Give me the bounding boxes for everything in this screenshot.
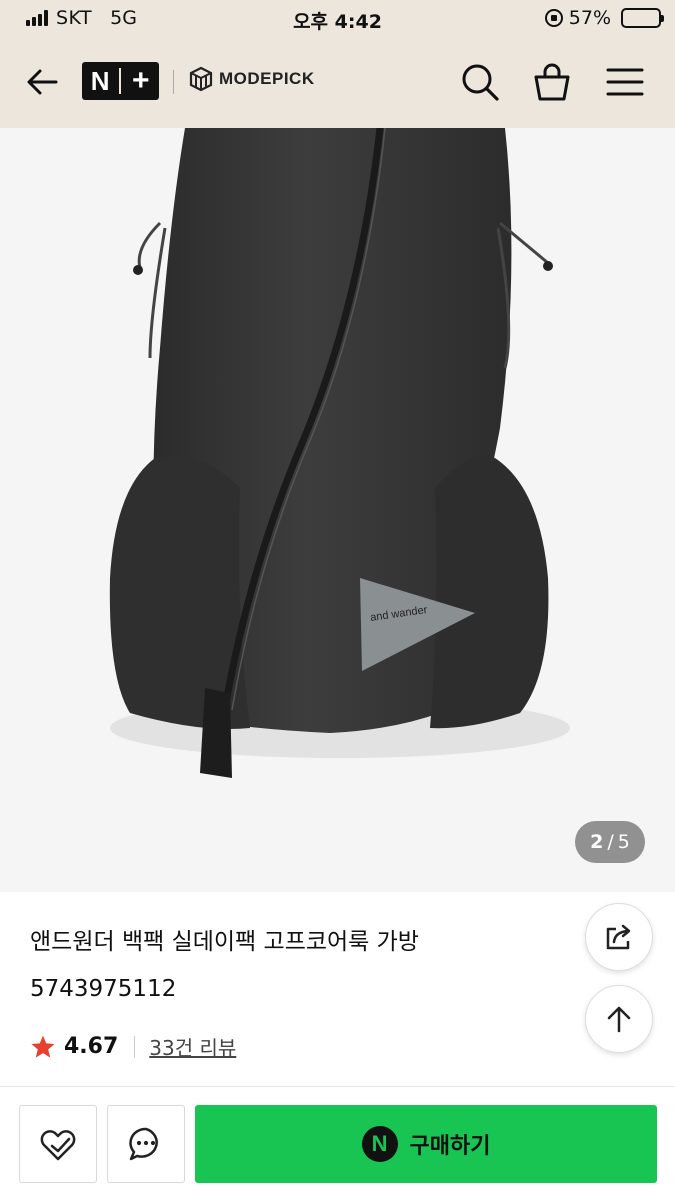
rating-value: 4.67 (64, 1034, 119, 1059)
image-counter-total: 5 (617, 831, 630, 853)
back-arrow-icon (27, 69, 58, 95)
nplus-logo[interactable]: N + (82, 62, 159, 100)
rating-divider (134, 1035, 136, 1058)
battery-icon (621, 8, 664, 28)
cart-button[interactable] (530, 60, 574, 104)
share-button[interactable] (585, 903, 653, 971)
image-counter-separator: / (607, 831, 614, 853)
status-right: 57% (544, 7, 664, 29)
modepick-logo-text: MODEPICK (219, 69, 315, 88)
modepick-logo[interactable]: MODEPICK (189, 66, 315, 92)
arrow-up-icon (607, 1006, 631, 1033)
chat-bubble-icon (129, 1127, 158, 1161)
cart-icon (534, 63, 570, 101)
wishlist-button[interactable] (19, 1105, 97, 1183)
npay-icon: N (361, 1126, 398, 1162)
back-button[interactable] (22, 62, 62, 102)
bottom-action-bar: N 구매하기 (0, 1086, 675, 1200)
modepick-cube-icon (189, 66, 213, 92)
menu-button[interactable] (603, 60, 647, 104)
heart-check-icon (40, 1130, 76, 1161)
product-info: 앤드원더 백팩 실데이팩 고프코어룩 가방 5743975112 4.67 33… (0, 892, 675, 1086)
buy-button[interactable]: N 구매하기 (195, 1105, 657, 1183)
menu-icon (606, 68, 644, 96)
search-icon (462, 64, 499, 101)
share-icon (606, 924, 631, 950)
scroll-top-button[interactable] (585, 985, 653, 1053)
review-link[interactable]: 33건 리뷰 (149, 1032, 236, 1061)
nplus-logo-n: N (90, 65, 110, 96)
rating-row: 4.67 33건 리뷰 (30, 1032, 236, 1061)
status-bar: SKT 5G 오후 4:42 57% (0, 0, 675, 36)
star-icon (31, 1035, 55, 1058)
image-counter-current: 2 (590, 831, 604, 853)
app-header: N + MODEPICK (0, 36, 675, 128)
backpack-illustration (109, 128, 570, 778)
image-counter: 2 / 5 (575, 821, 645, 863)
product-image[interactable]: and wander 2 / 5 (0, 128, 675, 892)
product-code: 5743975112 (30, 976, 177, 1002)
nplus-logo-plus: + (132, 64, 150, 97)
buy-button-label: 구매하기 (409, 1134, 491, 1159)
logo-divider (173, 70, 174, 94)
battery-percent: 57% (568, 7, 611, 29)
rotation-lock-icon (544, 9, 563, 27)
product-title: 앤드원더 백팩 실데이팩 고프코어룩 가방 (30, 929, 419, 955)
search-button[interactable] (458, 60, 502, 104)
chat-button[interactable] (107, 1105, 185, 1183)
